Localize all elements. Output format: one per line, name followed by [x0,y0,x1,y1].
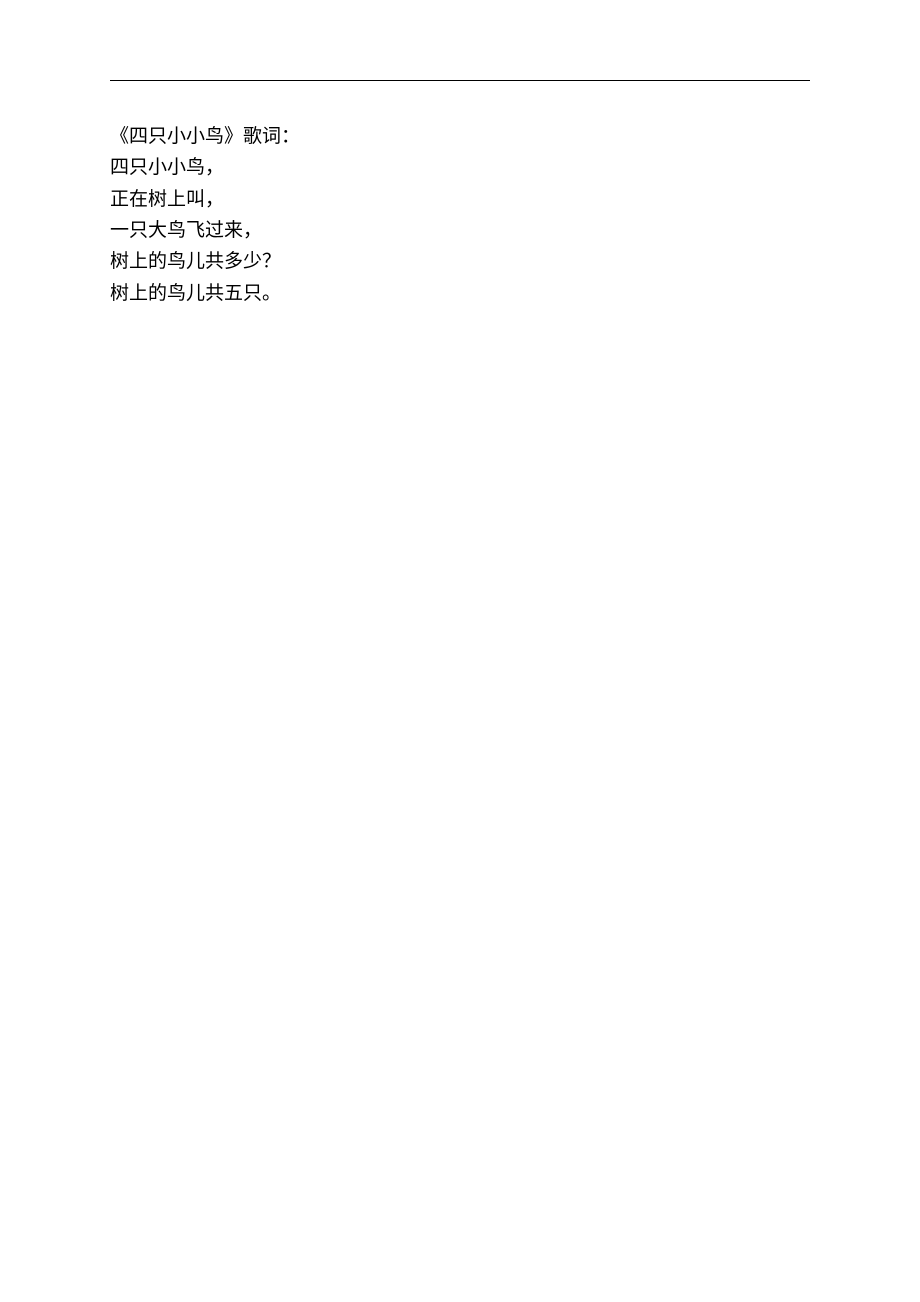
lyrics-line: 树上的鸟儿共五只。 [110,278,810,309]
lyrics-block: 《四只小小鸟》歌词： 四只小小鸟， 正在树上叫， 一只大鸟飞过来， 树上的鸟儿共… [110,121,810,309]
horizontal-rule [110,80,810,81]
lyrics-title: 《四只小小鸟》歌词： [110,121,810,152]
document-page: 《四只小小鸟》歌词： 四只小小鸟， 正在树上叫， 一只大鸟飞过来， 树上的鸟儿共… [0,0,920,1302]
lyrics-line: 四只小小鸟， [110,152,810,183]
lyrics-line: 一只大鸟飞过来， [110,215,810,246]
lyrics-line: 正在树上叫， [110,184,810,215]
lyrics-line: 树上的鸟儿共多少？ [110,246,810,277]
